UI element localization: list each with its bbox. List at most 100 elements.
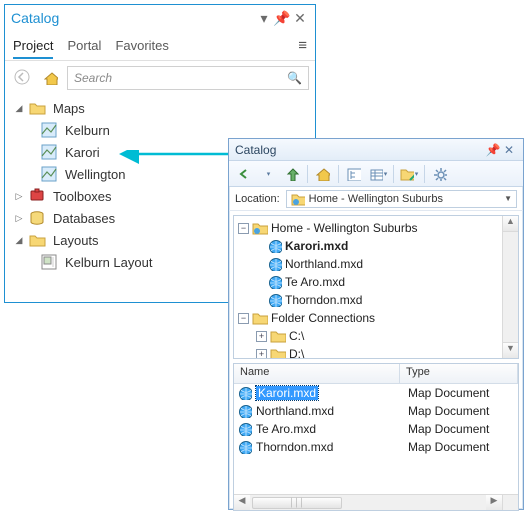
horizontal-scrollbar[interactable]: ◀ │││ ▶ — [234, 494, 502, 510]
pro-titlebar: Catalog ▾ 📌 ✕ — [5, 5, 315, 31]
list-row[interactable]: Thorndon.mxd Map Document — [234, 438, 518, 456]
globe-icon — [238, 386, 252, 400]
expand-icon[interactable]: + — [256, 349, 267, 360]
tb-options[interactable] — [429, 164, 451, 184]
map-treeview: − Home - Wellington Suburbs Karori.mxd N… — [233, 215, 519, 359]
layout-icon — [41, 254, 59, 270]
home-button[interactable] — [39, 66, 63, 90]
scroll-down-icon[interactable]: ▼ — [503, 342, 518, 358]
tb-home[interactable] — [312, 164, 334, 184]
collapse-icon[interactable]: − — [238, 313, 249, 324]
cell-type: Map Document — [406, 404, 518, 418]
expand-icon[interactable] — [13, 235, 25, 246]
tb-back[interactable] — [233, 164, 255, 184]
list-row[interactable]: Karori.mxd Map Document — [234, 384, 518, 402]
tab-portal[interactable]: Portal — [67, 34, 101, 57]
tree-folder-connections[interactable]: − Folder Connections — [238, 309, 500, 327]
pro-title: Catalog — [11, 10, 255, 26]
cell-name: Karori.mxd — [256, 386, 318, 400]
scroll-corner — [502, 494, 518, 510]
map-icon — [41, 122, 59, 138]
globe-icon — [238, 404, 252, 418]
expand-icon[interactable] — [13, 213, 25, 224]
col-name[interactable]: Name — [234, 364, 400, 383]
scroll-left-icon[interactable]: ◀ — [234, 495, 250, 511]
collapse-icon[interactable]: − — [238, 223, 249, 234]
cell-name: Thorndon.mxd — [256, 440, 333, 454]
tree-file[interactable]: Karori.mxd — [238, 237, 500, 255]
tree-maps[interactable]: Maps — [9, 97, 311, 119]
expand-icon[interactable] — [13, 191, 25, 202]
tree-file[interactable]: Northland.mxd — [238, 255, 500, 273]
tree-drive[interactable]: + C:\ — [238, 327, 500, 345]
map-icon — [41, 166, 59, 182]
tb-connect[interactable] — [398, 164, 420, 184]
folder-icon — [29, 233, 47, 247]
autohide-pin-icon[interactable]: ▾ — [255, 10, 273, 27]
tree-label: Te Aro.mxd — [285, 275, 345, 289]
scroll-thumb[interactable]: │││ — [252, 497, 342, 509]
tree-label: Karori.mxd — [285, 239, 348, 253]
tree-label: C:\ — [289, 329, 304, 343]
tree-label: Northland.mxd — [285, 257, 363, 271]
tab-project[interactable]: Project — [13, 34, 53, 59]
map-listview: Name Type Karori.mxd Map Document Northl… — [233, 363, 519, 511]
tree-label: Karori — [65, 145, 100, 160]
tree-label: Home - Wellington Suburbs — [271, 221, 418, 235]
close-icon[interactable]: ✕ — [501, 143, 517, 157]
tree-home[interactable]: − Home - Wellington Suburbs — [238, 219, 500, 237]
globe-icon — [268, 275, 282, 289]
cell-name: Northland.mxd — [256, 404, 334, 418]
tree-label: Layouts — [53, 233, 99, 248]
tb-back-drop[interactable] — [257, 164, 279, 184]
search-input[interactable]: Search 🔍 — [67, 66, 309, 90]
list-row[interactable]: Te Aro.mxd Map Document — [234, 420, 518, 438]
tree-file[interactable]: Thorndon.mxd — [238, 291, 500, 309]
pro-tabs: Project Portal Favorites ≡ — [5, 31, 315, 61]
tree-label: Kelburn Layout — [65, 255, 152, 270]
col-type[interactable]: Type — [400, 364, 518, 383]
cell-type: Map Document — [406, 386, 518, 400]
tree-file[interactable]: Te Aro.mxd — [238, 273, 500, 291]
search-placeholder: Search — [74, 71, 112, 85]
location-input[interactable]: Home - Wellington Suburbs ▼ — [286, 190, 517, 208]
tb-up[interactable] — [281, 164, 303, 184]
map-title: Catalog — [235, 143, 485, 157]
folder-icon — [270, 347, 286, 359]
chevron-down-icon[interactable]: ▼ — [504, 194, 512, 203]
map-toolbar — [229, 161, 523, 187]
menu-icon[interactable]: ≡ — [289, 37, 307, 54]
database-icon — [29, 210, 47, 226]
scroll-right-icon[interactable]: ▶ — [486, 495, 502, 511]
tb-tree-toggle[interactable] — [343, 164, 365, 184]
folder-icon — [252, 311, 268, 325]
pin-icon[interactable]: 📌 — [273, 10, 291, 27]
expand-icon[interactable] — [13, 103, 25, 114]
tab-favorites[interactable]: Favorites — [115, 34, 168, 57]
tree-label: Maps — [53, 101, 85, 116]
search-icon: 🔍 — [287, 71, 302, 85]
scroll-up-icon[interactable]: ▲ — [503, 216, 518, 232]
vertical-scrollbar[interactable]: ▲ ▼ — [502, 216, 518, 358]
expand-icon[interactable]: + — [256, 331, 267, 342]
globe-icon — [238, 440, 252, 454]
globe-icon — [268, 257, 282, 271]
list-row[interactable]: Northland.mxd Map Document — [234, 402, 518, 420]
tree-label: Kelburn — [65, 123, 110, 138]
back-button[interactable] — [11, 66, 35, 90]
tree-drive[interactable]: + D:\ — [238, 345, 500, 359]
catalog-arcmap-panel: Catalog 📌 ✕ Location: Home - Wellington … — [228, 138, 524, 510]
folder-icon — [270, 329, 286, 343]
close-icon[interactable]: ✕ — [291, 10, 309, 27]
list-header: Name Type — [234, 364, 518, 384]
home-folder-icon — [252, 221, 268, 235]
globe-icon — [238, 422, 252, 436]
tb-view[interactable] — [367, 164, 389, 184]
tree-label: D:\ — [289, 347, 304, 359]
tree-label: Wellington — [65, 167, 125, 182]
cell-name: Te Aro.mxd — [256, 422, 316, 436]
toolbox-icon — [29, 188, 47, 204]
tree-label: Thorndon.mxd — [285, 293, 362, 307]
pin-icon[interactable]: 📌 — [485, 143, 501, 157]
tree-label: Folder Connections — [271, 311, 375, 325]
